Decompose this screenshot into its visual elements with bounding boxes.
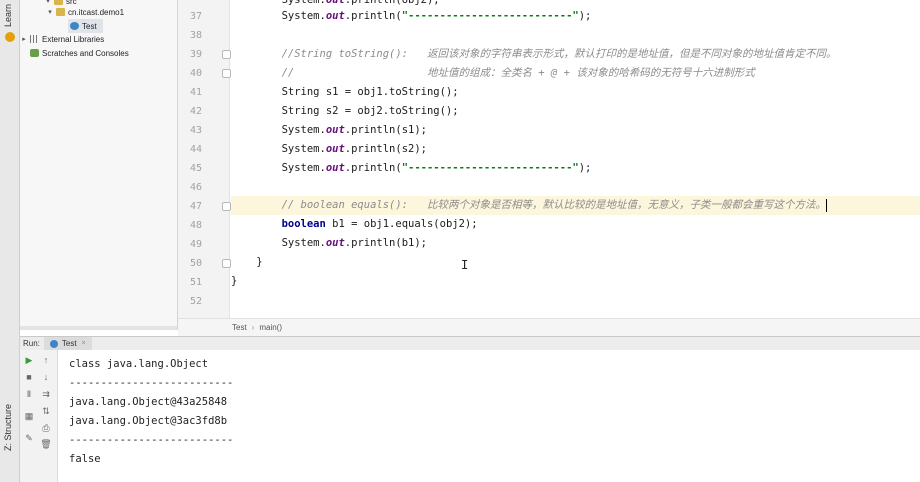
tree-item-label: External Libraries [42,34,105,44]
scratch-icon [30,49,39,57]
tree-item-label: Scratches and Consoles [42,48,129,58]
line-number: 46 [189,182,202,193]
library-icon [30,35,39,43]
chevron-down-icon[interactable]: ▾ [46,8,54,16]
line-number: 39 [189,49,202,60]
console-line: -------------------------- [69,434,234,446]
code-line: String s2 = obj2.toString(); [231,105,459,117]
learn-icon[interactable] [5,32,15,42]
fold-marker-icon[interactable] [222,69,231,78]
tree-item-label: cn.itcast.demo1 [68,7,125,17]
fold-marker-icon[interactable] [222,259,231,268]
learn-tab[interactable]: Learn [3,4,13,27]
print-icon[interactable]: ⎙ [40,422,52,434]
code-editor[interactable]: System.out.println(obj2); System.out.pri… [231,0,920,318]
layout-icon[interactable]: ▦ [23,410,35,422]
fold-marker-icon[interactable] [222,202,231,211]
code-line: System.out.println(s2); [231,143,427,155]
code-line: System.out.println(b1); [231,237,427,249]
close-icon[interactable]: × [82,340,86,347]
pin-icon[interactable]: ✎ [23,432,35,444]
tree-item-external-libraries[interactable]: ▸ External Libraries [20,32,104,46]
project-tree-panel: ▾ src ▾ cn.itcast.demo1 Test ▸ External … [20,0,178,330]
line-number: 40 [189,68,202,79]
console-line: -------------------------- [69,377,234,389]
line-number: 49 [189,239,202,250]
line-number: 52 [189,296,202,307]
line-number: 44 [189,144,202,155]
code-line: System.out.println("--------------------… [231,162,592,174]
line-number: 42 [189,106,202,117]
fold-marker-icon[interactable] [222,50,231,59]
line-number: 45 [189,163,202,174]
line-number: 37 [189,11,202,22]
code-line: System.out.println("--------------------… [231,10,592,22]
horizontal-scrollbar[interactable] [20,326,177,330]
console-output[interactable]: class java.lang.Object -----------------… [58,350,920,482]
line-number: 50 [189,258,202,269]
soft-wrap-icon[interactable]: ⇉ [40,388,52,400]
tree-item-test-class[interactable]: Test [68,19,103,33]
line-number: 38 [189,30,202,41]
console-line: class java.lang.Object [69,358,209,370]
arrow-down-icon[interactable]: ↓ [40,371,52,383]
line-number: 41 [189,87,202,98]
console-line: java.lang.Object@43a25848 [69,396,228,408]
left-tool-strip: Learn Z: Structure [0,0,20,482]
breadcrumb: Test › main() [178,318,920,336]
code-line: //String toString(): 返回该对象的字符串表示形式，默认打印的… [231,48,837,60]
code-line: // 地址值的组成：全类名 + @ + 该对象的哈希码的无符号十六进制形式 [231,67,755,79]
line-number: 51 [189,277,202,288]
code-line: } [231,256,263,268]
current-code-line: // boolean equals(): 比较两个对象是否相等，默认比较的是地址… [231,196,920,215]
run-label: Run: [23,339,40,348]
line-number: 36 [178,0,202,7]
line-number: 47 [189,201,202,212]
code-line: System.out.println(s1); [231,124,427,136]
package-icon [56,8,65,16]
code-line: } [231,275,238,287]
console-line: false [69,453,101,465]
run-toolbar: ▶ ↑ ■ ↓ Ⅱ ⇉ ⇅ ▦ ⎙ ✎ 🗑 [20,350,58,482]
text-caret [825,198,827,212]
run-tab-label: Test [61,339,77,348]
sort-icon[interactable]: ⇅ [40,405,52,417]
stop-icon[interactable]: ■ [23,371,35,383]
trash-icon[interactable]: 🗑 [40,438,52,450]
code-line: String s1 = obj1.toString(); [231,86,459,98]
structure-tab[interactable]: Z: Structure [3,404,13,451]
line-number: 43 [189,125,202,136]
tree-item-label: Test [82,21,97,31]
tree-item-scratches[interactable]: Scratches and Consoles [28,46,129,60]
run-tab-test[interactable]: Test × [43,336,92,351]
console-line: java.lang.Object@3ac3fd8b [69,415,228,427]
class-icon [70,22,79,30]
rerun-icon[interactable]: ▶ [23,354,35,366]
pause-icon[interactable]: Ⅱ [23,388,35,400]
breadcrumb-separator: › [251,323,255,332]
code-line: boolean b1 = obj1.equals(obj2); [281,218,478,230]
tree-item-package[interactable]: ▾ cn.itcast.demo1 [46,5,124,19]
editor-gutter: 36 37 38 39 40 41 42 43 44 45 46 47 48 49 50 51 52 [178,0,231,318]
line-number: 48 [189,220,202,231]
breadcrumb-class[interactable]: Test [232,323,247,332]
run-panel-header: Run: Test × [20,336,920,351]
chevron-right-icon[interactable]: ▸ [20,35,28,43]
breadcrumb-method[interactable]: main() [259,323,282,332]
class-icon [49,339,58,348]
mouse-cursor-icon: I [461,258,469,272]
arrow-up-icon[interactable]: ↑ [40,354,52,366]
